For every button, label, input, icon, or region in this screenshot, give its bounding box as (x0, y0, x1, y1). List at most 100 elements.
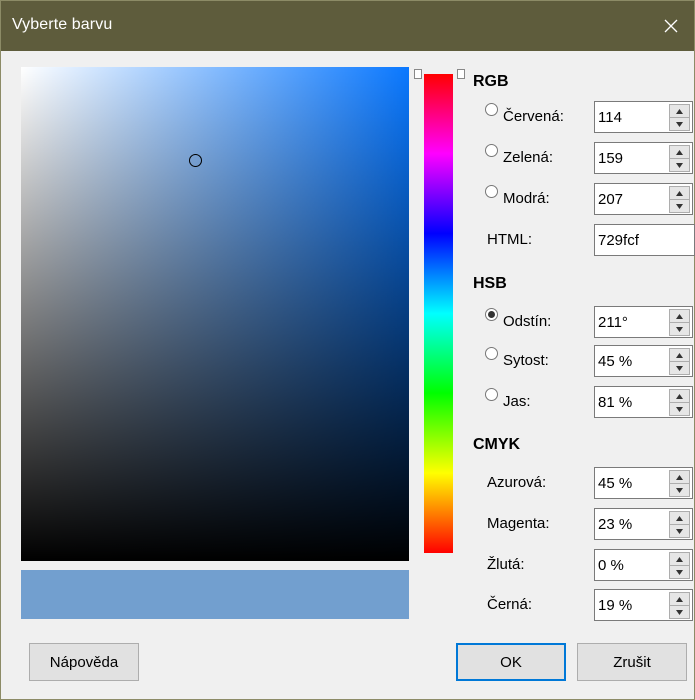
brightness-label: Jas: (503, 393, 531, 410)
yellow-label: Žlutá: (487, 556, 525, 573)
blue-label: Modrá: (503, 190, 550, 207)
blue-spin-buttons (669, 186, 690, 213)
hue-radio[interactable] (485, 308, 498, 321)
magenta-spinbox[interactable]: 23 % (594, 508, 693, 540)
green-spinbox[interactable]: 159 (594, 142, 693, 174)
saturation-brightness-field[interactable] (21, 67, 409, 561)
green-increment-button[interactable] (669, 145, 690, 159)
up-arrow-icon (676, 190, 683, 196)
cyan-spinbox[interactable]: 45 % (594, 467, 693, 499)
down-arrow-icon (676, 528, 683, 534)
saturation-row: Sytost: 45 % (485, 345, 695, 377)
down-arrow-icon (676, 326, 683, 332)
title-bar: Vyberte barvu (1, 1, 694, 51)
yellow-increment-button[interactable] (669, 552, 690, 566)
magenta-spin-buttons (669, 511, 690, 538)
saturation-spin-buttons (669, 348, 690, 375)
help-button[interactable]: Nápověda (29, 643, 139, 681)
green-decrement-button[interactable] (669, 158, 690, 172)
green-label: Zelená: (503, 149, 554, 166)
saturation-increment-button[interactable] (669, 348, 690, 362)
magenta-value: 23 % (598, 516, 633, 533)
cyan-spin-buttons (669, 470, 690, 497)
ok-button-label: OK (500, 653, 522, 671)
ok-button[interactable]: OK (456, 643, 566, 681)
black-label: Černá: (487, 596, 533, 613)
red-spinbox[interactable]: 114 (594, 101, 693, 133)
color-preview (21, 570, 409, 619)
black-decrement-button[interactable] (669, 605, 690, 619)
up-arrow-icon (676, 352, 683, 358)
saturation-decrement-button[interactable] (669, 361, 690, 375)
black-increment-button[interactable] (669, 592, 690, 606)
hue-label: Odstín: (503, 313, 552, 330)
cyan-row: Azurová: 45 % (485, 467, 695, 499)
blue-spinbox[interactable]: 207 (594, 183, 693, 215)
red-increment-button[interactable] (669, 104, 690, 118)
magenta-decrement-button[interactable] (669, 524, 690, 538)
hue-spinbox[interactable]: 211° (594, 306, 693, 338)
black-spinbox[interactable]: 19 % (594, 589, 693, 621)
up-arrow-icon (676, 596, 683, 602)
brightness-spin-buttons (669, 389, 690, 416)
blue-increment-button[interactable] (669, 186, 690, 200)
hue-slider-handle-left[interactable] (414, 69, 422, 79)
brightness-increment-button[interactable] (669, 389, 690, 403)
green-radio[interactable] (485, 144, 498, 157)
hue-slider[interactable] (424, 74, 453, 553)
blue-radio[interactable] (485, 185, 498, 198)
up-arrow-icon (676, 515, 683, 521)
brightness-radio[interactable] (485, 388, 498, 401)
black-row: Černá: 19 % (485, 589, 695, 621)
magenta-increment-button[interactable] (669, 511, 690, 525)
cancel-button[interactable]: Zrušit (577, 643, 687, 681)
red-label: Červená: (503, 108, 564, 125)
cancel-button-label: Zrušit (613, 653, 651, 671)
hue-increment-button[interactable] (669, 309, 690, 323)
up-arrow-icon (676, 108, 683, 114)
html-label: HTML: (487, 231, 532, 248)
brightness-spinbox[interactable]: 81 % (594, 386, 693, 418)
red-radio[interactable] (485, 103, 498, 116)
html-hex-input[interactable]: 729fcf (594, 224, 695, 256)
red-decrement-button[interactable] (669, 117, 690, 131)
saturation-radio[interactable] (485, 347, 498, 360)
brightness-value: 81 % (598, 394, 633, 411)
red-spin-buttons (669, 104, 690, 131)
close-button[interactable] (648, 1, 694, 51)
cmyk-heading: CMYK (473, 436, 521, 453)
dialog-title: Vyberte barvu (12, 16, 113, 33)
cyan-value: 45 % (598, 475, 633, 492)
black-value: 19 % (598, 597, 633, 614)
saturation-spinbox[interactable]: 45 % (594, 345, 693, 377)
hue-decrement-button[interactable] (669, 322, 690, 336)
close-icon (664, 19, 678, 33)
hsb-heading: HSB (473, 275, 507, 292)
green-value: 159 (598, 150, 624, 167)
blue-decrement-button[interactable] (669, 199, 690, 213)
cyan-decrement-button[interactable] (669, 483, 690, 497)
hue-spin-buttons (669, 309, 690, 336)
yellow-spinbox[interactable]: 0 % (594, 549, 693, 581)
color-selection-marker[interactable] (189, 154, 202, 167)
blue-row: Modrá: 207 (485, 183, 695, 215)
black-spin-buttons (669, 592, 690, 619)
hue-row: Odstín: 211° (485, 306, 695, 338)
saturation-value: 45 % (598, 353, 633, 370)
down-arrow-icon (676, 121, 683, 127)
yellow-row: Žlutá: 0 % (485, 549, 695, 581)
rgb-heading: RGB (473, 73, 509, 90)
brightness-row: Jas: 81 % (485, 386, 695, 418)
cyan-increment-button[interactable] (669, 470, 690, 484)
yellow-spin-buttons (669, 552, 690, 579)
brightness-decrement-button[interactable] (669, 402, 690, 416)
hue-slider-handle-right[interactable] (457, 69, 465, 79)
up-arrow-icon (676, 149, 683, 155)
green-row: Zelená: 159 (485, 142, 695, 174)
down-arrow-icon (676, 203, 683, 209)
magenta-row: Magenta: 23 % (485, 508, 695, 540)
yellow-decrement-button[interactable] (669, 565, 690, 579)
red-row: Červená: 114 (485, 101, 695, 133)
dialog-body: RGB Červená: 114 Zelená: 159 Modrá: 207 … (1, 51, 695, 699)
blue-value: 207 (598, 191, 624, 208)
